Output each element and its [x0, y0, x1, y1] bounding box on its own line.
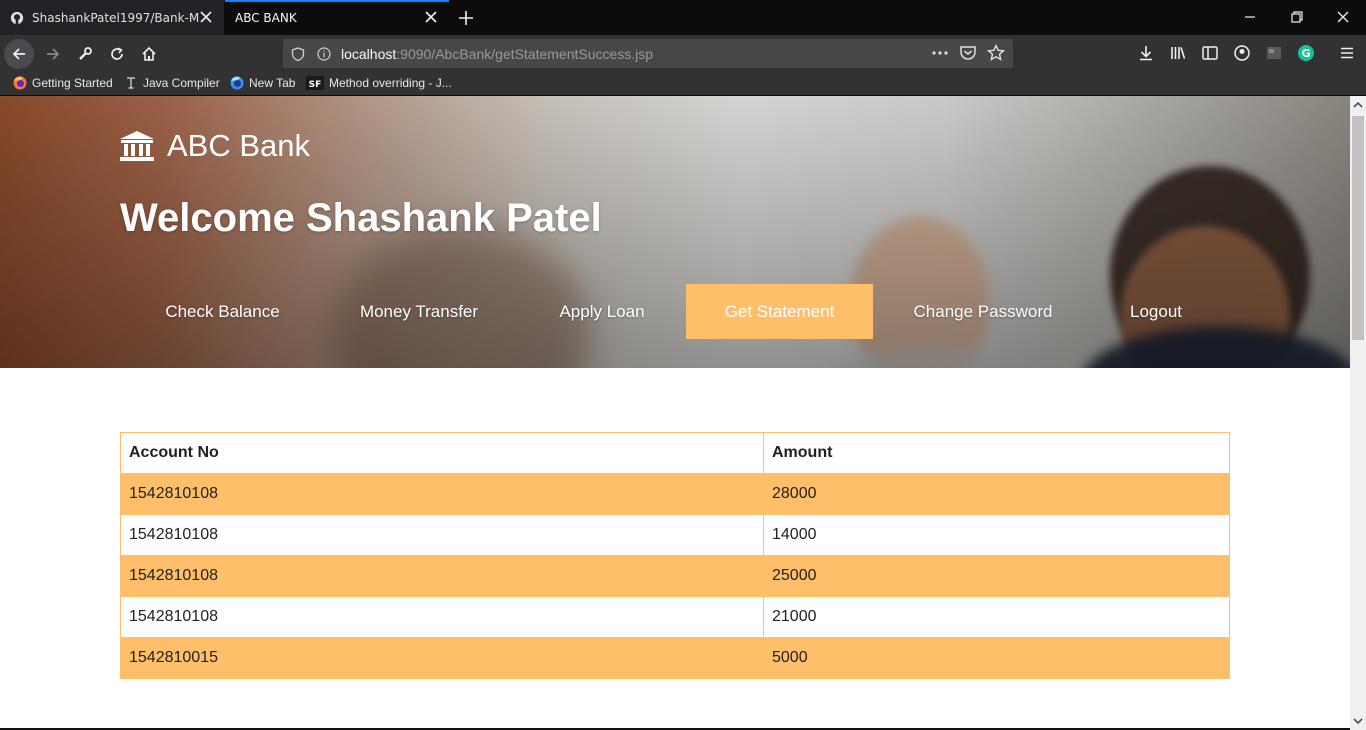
browser-toolbar: localhost:9090/AbcBank/getStatementSucce… [0, 35, 1366, 71]
table-row: 1542810108 21000 [120, 596, 1230, 638]
cell-amount: 25000 [763, 555, 1230, 597]
cell-account-no: 1542810015 [120, 637, 764, 679]
cell-amount: 21000 [763, 596, 1230, 638]
cell-account-no: 1542810108 [120, 555, 764, 597]
address-bar[interactable]: localhost:9090/AbcBank/getStatementSucce… [283, 39, 1013, 68]
brand-title: ABC Bank [167, 128, 311, 163]
github-icon [10, 11, 24, 24]
cell-account-no: 1542810108 [120, 514, 764, 556]
tab-title: ABC BANK [235, 10, 297, 25]
url-actions [931, 44, 1005, 62]
close-window-icon[interactable] [1334, 8, 1352, 26]
bookmark-label: Getting Started [32, 76, 113, 90]
star-bookmark-icon[interactable] [987, 44, 1005, 62]
table-row: 1542810108 25000 [120, 555, 1230, 597]
menu-change-password[interactable]: Change Password [890, 284, 1076, 339]
new-tab-icon[interactable] [455, 7, 477, 29]
cell-amount: 14000 [763, 514, 1230, 556]
svg-text:G: G [1301, 47, 1310, 60]
header-account-no: Account No [120, 432, 764, 474]
scroll-down-icon[interactable] [1353, 716, 1363, 726]
close-tab-icon[interactable] [423, 9, 439, 25]
table-row: 1542810108 28000 [120, 473, 1230, 515]
bookmark-java-compiler[interactable]: Java Compiler [124, 76, 220, 90]
reload-icon [111, 47, 123, 60]
table-row: 1542810108 14000 [120, 514, 1230, 556]
menu-check-balance[interactable]: Check Balance [140, 284, 305, 339]
close-tab-icon[interactable] [198, 9, 214, 25]
welcome-heading: Welcome Shashank Patel [120, 196, 602, 240]
tab-title: ShashankPatel1997/Bank-Management [32, 10, 200, 25]
sidebar-icon[interactable] [1201, 44, 1219, 62]
restore-icon[interactable] [1288, 8, 1306, 26]
page-viewport: ABC Bank Welcome Shashank Patel Check Ba… [0, 96, 1350, 730]
back-button[interactable] [4, 39, 34, 69]
text-cursor-icon [124, 76, 138, 90]
svg-text:SF: SF [309, 80, 322, 90]
cell-account-no: 1542810108 [120, 473, 764, 515]
hero-banner: ABC Bank Welcome Shashank Patel Check Ba… [0, 96, 1350, 368]
page-scrollbar[interactable] [1350, 96, 1366, 730]
tab-abc-bank[interactable]: ABC BANK [225, 0, 449, 35]
header-amount: Amount [763, 432, 1230, 474]
bank-icon [120, 131, 154, 161]
bookmark-getting-started[interactable]: Getting Started [13, 76, 113, 90]
hamburger-menu-icon[interactable] [1338, 44, 1356, 62]
scrollbar-thumb[interactable] [1352, 116, 1364, 340]
menu-money-transfer[interactable]: Money Transfer [332, 284, 506, 339]
cell-account-no: 1542810108 [120, 596, 764, 638]
url-host: localhost [341, 45, 397, 62]
sf-icon: SF [306, 76, 324, 90]
reload-button[interactable] [102, 39, 132, 69]
cell-amount: 28000 [763, 473, 1230, 515]
arrow-right-icon [47, 48, 60, 60]
account-icon[interactable] [1233, 44, 1251, 62]
wrench-icon [79, 47, 92, 60]
bookmark-new-tab[interactable]: New Tab [230, 76, 295, 90]
brand[interactable]: ABC Bank [119, 128, 310, 164]
bookmark-method-overriding[interactable]: SF Method overriding - J... [306, 76, 452, 90]
statement-table: Account No Amount 1542810108 28000 15428… [120, 432, 1230, 679]
firefox-icon [230, 76, 244, 90]
main-menu: Check Balance Money Transfer Apply Loan … [0, 284, 1350, 339]
home-button[interactable] [134, 39, 164, 69]
extension-icon[interactable] [1265, 44, 1283, 62]
info-icon[interactable] [317, 46, 331, 61]
pocket-icon[interactable] [959, 44, 977, 62]
download-icon[interactable] [1137, 44, 1155, 62]
menu-apply-loan[interactable]: Apply Loan [532, 284, 672, 339]
bookmark-label: New Tab [249, 76, 296, 90]
library-icon[interactable] [1169, 44, 1187, 62]
customize-button[interactable] [70, 39, 100, 69]
cell-amount: 5000 [763, 637, 1230, 679]
bookmark-label: Java Compiler [143, 76, 220, 90]
table-row: 1542810015 5000 [120, 637, 1230, 679]
arrow-left-icon [12, 48, 25, 60]
tab-github[interactable]: ShashankPatel1997/Bank-Management [0, 0, 224, 35]
home-icon [142, 46, 156, 61]
minimize-icon[interactable] [1241, 8, 1259, 26]
scroll-up-icon[interactable] [1353, 100, 1363, 110]
bookmark-label: Method overriding - J... [329, 76, 452, 90]
bookmarks-bar: Getting Started Java Compiler New Tab SF… [0, 71, 1366, 96]
forward-button[interactable] [38, 39, 68, 69]
url-text[interactable]: localhost:9090/AbcBank/getStatementSucce… [341, 46, 653, 62]
browser-tab-bar: ShashankPatel1997/Bank-Management ABC BA… [0, 0, 1366, 35]
shield-icon[interactable] [291, 46, 305, 61]
menu-logout[interactable]: Logout [1100, 284, 1212, 339]
firefox-icon [13, 76, 27, 90]
url-path: :9090/AbcBank/getStatementSuccess.jsp [396, 45, 654, 62]
grammarly-icon[interactable]: G [1297, 44, 1315, 62]
table-header-row: Account No Amount [120, 432, 1230, 474]
menu-get-statement[interactable]: Get Statement [686, 284, 873, 339]
more-actions-icon[interactable] [931, 44, 949, 62]
